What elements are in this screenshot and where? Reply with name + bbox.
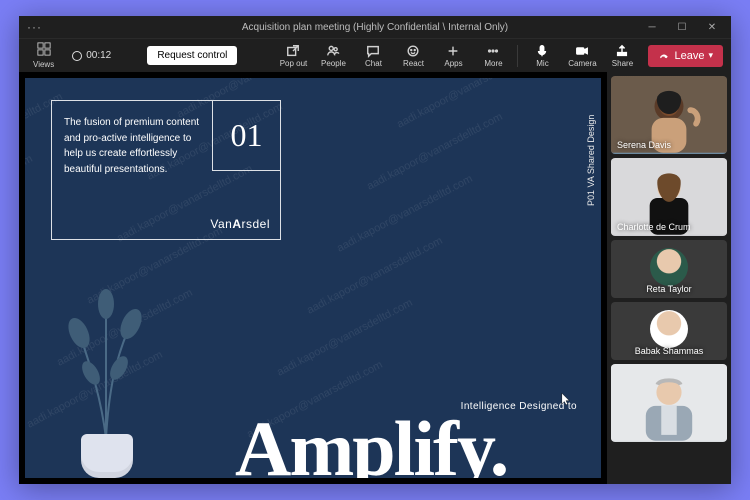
- participant-tile[interactable]: Reta Taylor: [611, 240, 727, 298]
- share-icon: [615, 44, 629, 58]
- participant-name: Reta Taylor: [611, 284, 727, 294]
- react-label: React: [403, 59, 424, 68]
- share-button[interactable]: Share: [602, 42, 642, 70]
- more-label: More: [484, 59, 502, 68]
- react-icon: [406, 44, 420, 58]
- chat-label: Chat: [365, 59, 382, 68]
- shared-content-stage[interactable]: aadi.kapoor@vanarsdelltd.comaadi.kapoor@…: [19, 72, 607, 484]
- meeting-timer: 00:12: [72, 50, 111, 61]
- chat-button[interactable]: Chat: [353, 42, 393, 70]
- chat-icon: [366, 44, 380, 58]
- participant-tile[interactable]: Serena Davis: [611, 76, 727, 154]
- meeting-main: aadi.kapoor@vanarsdelltd.comaadi.kapoor@…: [19, 72, 731, 484]
- timer-icon: [72, 51, 82, 61]
- participant-roster: Serena Davis Charlotte de Crum Reta Tayl…: [607, 72, 731, 484]
- toolbar-separator: [517, 45, 518, 67]
- mic-button[interactable]: Mic: [522, 42, 562, 70]
- participant-tile[interactable]: Babak Shammas: [611, 302, 727, 360]
- people-button[interactable]: People: [313, 42, 353, 70]
- participant-tile[interactable]: Charlotte de Crum: [611, 158, 727, 236]
- brand-post: rsdel: [241, 217, 270, 231]
- window-controls: ─ ☐ ✕: [637, 16, 727, 38]
- views-label: Views: [33, 60, 54, 69]
- leave-button[interactable]: Leave ▾: [648, 45, 723, 67]
- close-button[interactable]: ✕: [697, 16, 727, 38]
- people-label: People: [321, 59, 346, 68]
- slide-headline: Amplify.: [235, 414, 587, 478]
- more-button[interactable]: More: [473, 42, 513, 70]
- participant-tile[interactable]: [611, 364, 727, 442]
- people-icon: [326, 44, 340, 58]
- share-label: Share: [612, 59, 633, 68]
- slide-side-label: P01 VA Shared Design: [583, 86, 599, 206]
- timer-value: 00:12: [86, 50, 111, 61]
- titlebar: ··· Acquisition plan meeting (Highly Con…: [19, 16, 731, 38]
- apps-label: Apps: [444, 59, 462, 68]
- avatar: [650, 248, 688, 286]
- mic-icon: [535, 44, 549, 58]
- slide-number: 01: [212, 101, 280, 171]
- participant-name: Charlotte de Crum: [617, 222, 691, 232]
- request-control-button[interactable]: Request control: [147, 46, 237, 65]
- cursor-icon: [561, 392, 571, 406]
- slide-brand: VanArsdel: [210, 217, 270, 231]
- plus-icon: [446, 44, 460, 58]
- camera-icon: [575, 44, 589, 58]
- chevron-down-icon: ▾: [708, 50, 713, 61]
- react-button[interactable]: React: [393, 42, 433, 70]
- more-icon: [486, 44, 500, 58]
- leave-icon: [658, 50, 670, 62]
- slide-plant-art: [41, 278, 161, 478]
- participant-name: Babak Shammas: [611, 346, 727, 356]
- popout-label: Pop out: [280, 59, 308, 68]
- popout-button[interactable]: Pop out: [273, 42, 313, 70]
- brand-pre: Van: [210, 217, 232, 231]
- camera-label: Camera: [568, 59, 596, 68]
- slide-card: The fusion of premium content and pro-ac…: [51, 100, 281, 240]
- slide-body-text: The fusion of premium content and pro-ac…: [64, 115, 204, 177]
- camera-button[interactable]: Camera: [562, 42, 602, 70]
- meeting-toolbar: Views 00:12 Request control Pop out Peop…: [19, 38, 731, 72]
- titlebar-more-icon[interactable]: ···: [27, 20, 42, 34]
- meeting-window: ··· Acquisition plan meeting (Highly Con…: [19, 16, 731, 484]
- popout-icon: [286, 44, 300, 58]
- window-title: Acquisition plan meeting (Highly Confide…: [242, 22, 508, 33]
- apps-button[interactable]: Apps: [433, 42, 473, 70]
- participant-name: Serena Davis: [617, 140, 671, 150]
- avatar: [650, 310, 688, 348]
- maximize-button[interactable]: ☐: [667, 16, 697, 38]
- minimize-button[interactable]: ─: [637, 16, 667, 38]
- presentation-slide: aadi.kapoor@vanarsdelltd.comaadi.kapoor@…: [25, 78, 601, 478]
- leave-label: Leave: [674, 50, 704, 62]
- grid-icon: [37, 42, 51, 59]
- views-button[interactable]: Views: [27, 40, 60, 71]
- mic-label: Mic: [536, 59, 548, 68]
